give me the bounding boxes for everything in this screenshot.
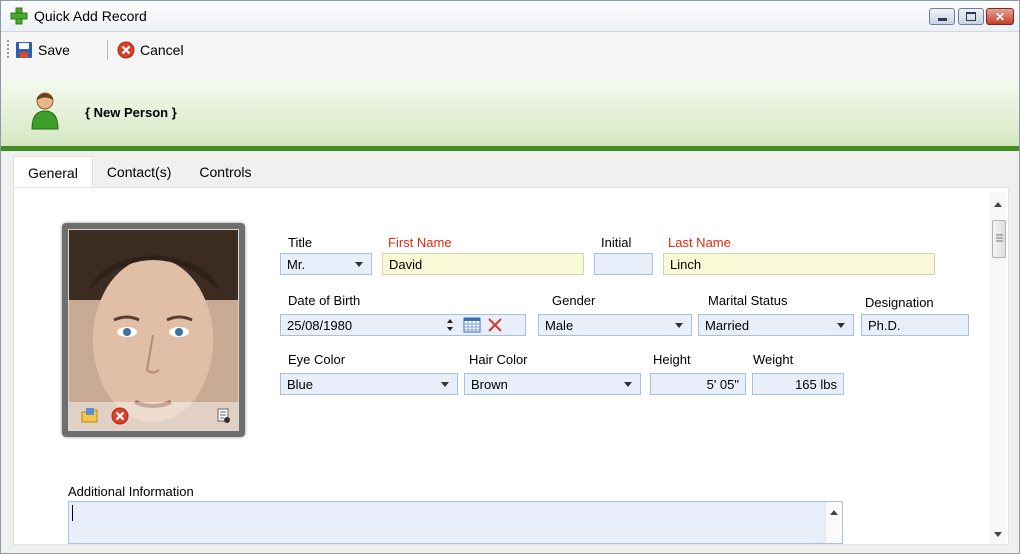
chevron-down-icon bbox=[624, 382, 632, 387]
toolbar-separator bbox=[107, 40, 108, 60]
text-caret bbox=[72, 505, 73, 521]
maximize-button[interactable] bbox=[958, 8, 984, 25]
photo-toolbar bbox=[69, 402, 238, 430]
cancel-icon bbox=[117, 41, 135, 59]
gender-label: Gender bbox=[552, 293, 596, 308]
weight-field[interactable]: 165 lbs bbox=[752, 373, 844, 395]
hair-color-value: Brown bbox=[471, 377, 508, 392]
height-field[interactable]: 5' 05" bbox=[650, 373, 746, 395]
weight-label: Weight bbox=[753, 352, 794, 367]
scroll-thumb[interactable] bbox=[992, 220, 1006, 258]
designation-value: Ph.D. bbox=[868, 318, 901, 333]
record-header: { New Person } bbox=[1, 79, 1019, 151]
scroll-down-icon[interactable] bbox=[994, 532, 1002, 537]
eye-color-label: Eye Color bbox=[288, 352, 346, 367]
dob-field[interactable]: 25/08/1980 bbox=[280, 314, 526, 336]
chevron-down-icon bbox=[837, 323, 845, 328]
tab-strip: General Contact(s) Controls bbox=[13, 156, 266, 191]
calendar-icon[interactable] bbox=[463, 317, 481, 333]
first-name-field[interactable]: David bbox=[382, 253, 584, 275]
toolbar: Save Cancel bbox=[1, 32, 1019, 80]
spin-icon[interactable] bbox=[447, 318, 453, 332]
title-select[interactable]: Mr. bbox=[280, 253, 372, 275]
grip-icon bbox=[996, 234, 1003, 242]
photo-frame bbox=[62, 223, 245, 437]
scroll-up-icon[interactable] bbox=[994, 202, 1002, 207]
close-icon: ✕ bbox=[994, 9, 1006, 24]
first-name-value: David bbox=[389, 257, 423, 272]
marital-status-value: Married bbox=[705, 318, 750, 333]
open-folder-icon[interactable] bbox=[81, 407, 99, 425]
photo-properties-icon[interactable] bbox=[217, 408, 231, 424]
additional-info-label: Additional Information bbox=[68, 484, 194, 499]
minimize-button[interactable] bbox=[929, 8, 955, 25]
marital-status-select[interactable]: Married bbox=[698, 314, 854, 336]
hair-color-label: Hair Color bbox=[469, 352, 528, 367]
title-bar: Quick Add Record ✕ bbox=[1, 1, 1019, 32]
remove-photo-icon[interactable] bbox=[111, 407, 129, 425]
toolbar-grip[interactable] bbox=[7, 40, 11, 58]
person-title: { New Person } bbox=[85, 105, 177, 120]
add-record-icon bbox=[10, 7, 28, 25]
person-photo-image bbox=[69, 230, 238, 430]
title-label: Title bbox=[288, 235, 313, 250]
chevron-down-icon bbox=[355, 262, 363, 267]
tab-contacts[interactable]: Contact(s) bbox=[93, 156, 186, 190]
first-name-label: First Name bbox=[388, 235, 452, 250]
chevron-down-icon bbox=[675, 323, 683, 328]
last-name-label: Last Name bbox=[668, 235, 731, 250]
initial-label: Initial bbox=[601, 235, 632, 250]
scroll-up-icon[interactable] bbox=[830, 510, 838, 515]
initial-field[interactable] bbox=[594, 253, 653, 275]
title-value: Mr. bbox=[287, 257, 306, 272]
minimize-icon bbox=[937, 18, 947, 21]
dob-value: 25/08/1980 bbox=[287, 318, 353, 333]
save-button[interactable]: Save bbox=[15, 39, 70, 61]
cancel-button[interactable]: Cancel bbox=[117, 39, 184, 61]
quick-add-record-window: Quick Add Record ✕ Save Cancel {New Per… bbox=[0, 0, 1020, 554]
height-label: Height bbox=[653, 352, 691, 367]
cancel-label: Cancel bbox=[140, 42, 184, 58]
last-name-value: Linch bbox=[670, 257, 702, 272]
clear-date-icon[interactable] bbox=[487, 317, 503, 333]
panel-scrollbar[interactable] bbox=[990, 192, 1006, 544]
marital-status-label: Marital Status bbox=[708, 293, 788, 308]
person-icon bbox=[31, 92, 59, 130]
tab-general[interactable]: General bbox=[13, 156, 93, 191]
textarea-scrollbar[interactable] bbox=[825, 502, 842, 543]
additional-info-textarea[interactable] bbox=[68, 501, 843, 544]
chevron-down-icon bbox=[441, 382, 449, 387]
gender-value: Male bbox=[545, 318, 574, 333]
designation-label: Designation bbox=[865, 295, 934, 310]
maximize-icon bbox=[966, 12, 976, 21]
save-icon bbox=[16, 42, 32, 58]
dob-label: Date of Birth bbox=[288, 293, 361, 308]
height-value: 5' 05" bbox=[706, 377, 739, 392]
last-name-field[interactable]: Linch bbox=[663, 253, 935, 275]
gender-select[interactable]: Male bbox=[538, 314, 692, 336]
person-photo[interactable] bbox=[68, 229, 239, 431]
tab-controls[interactable]: Controls bbox=[185, 156, 265, 190]
general-panel: Title Mr. First Name David Initial Last … bbox=[13, 187, 1009, 545]
eye-color-select[interactable]: Blue bbox=[280, 373, 458, 395]
window-title: Quick Add Record bbox=[34, 8, 147, 24]
eye-color-value: Blue bbox=[287, 377, 314, 392]
designation-field[interactable]: Ph.D. bbox=[861, 314, 969, 336]
save-label: Save bbox=[38, 42, 70, 58]
hair-color-select[interactable]: Brown bbox=[464, 373, 641, 395]
close-button[interactable]: ✕ bbox=[986, 8, 1014, 25]
weight-value: 165 lbs bbox=[795, 377, 837, 392]
